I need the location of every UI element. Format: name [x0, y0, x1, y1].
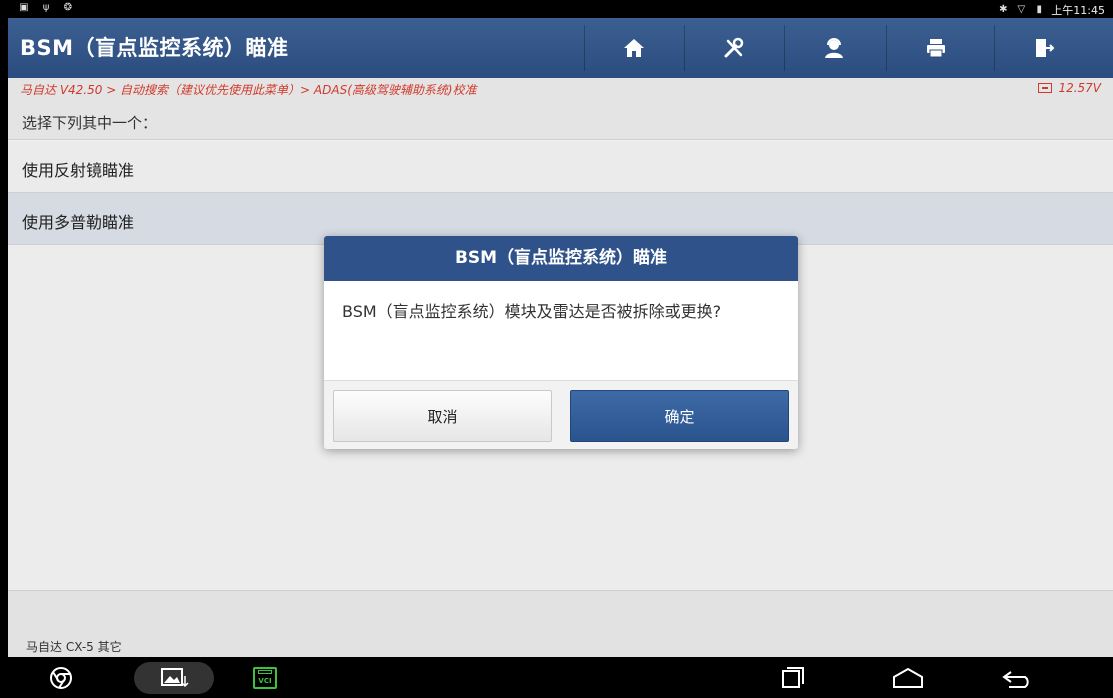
home-nav-button[interactable] [888, 662, 928, 694]
confirm-button[interactable]: 确定 [570, 390, 789, 442]
dialog-title: BSM（盲点监控系统）瞄准 [324, 236, 798, 281]
vci-button[interactable]: VCI [248, 662, 282, 694]
recent-apps-icon [782, 667, 804, 688]
vci-label: VCI [258, 677, 272, 685]
chrome-icon [50, 667, 72, 689]
app-frame: ▣ ψ ❂ ✱ ▽ ▮ 上午11:45 BSM（盲点监控系统）瞄准 马自达 V4… [8, 0, 1113, 698]
confirm-dialog: BSM（盲点监控系统）瞄准 BSM（盲点监控系统）模块及雷达是否被拆除或更换? … [324, 236, 798, 449]
gallery-button[interactable] [134, 662, 214, 694]
dialog-message: BSM（盲点监控系统）模块及雷达是否被拆除或更换? [342, 302, 722, 321]
navigation-bar: VCI [8, 657, 1113, 698]
back-button[interactable] [998, 662, 1038, 694]
chrome-button[interactable] [44, 662, 78, 694]
cancel-button[interactable]: 取消 [333, 390, 552, 442]
gallery-download-icon [161, 668, 189, 688]
home-nav-icon [893, 667, 923, 688]
dialog-actions: 取消 确定 [324, 380, 798, 449]
vci-icon: VCI [253, 667, 277, 689]
back-icon [1002, 671, 1029, 688]
recent-apps-button[interactable] [776, 662, 810, 694]
